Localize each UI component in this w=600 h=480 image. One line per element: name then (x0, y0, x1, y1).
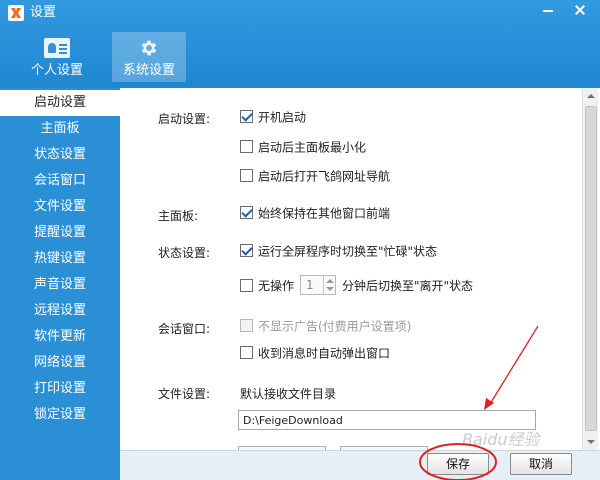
sidebar-item-remote[interactable]: 远程设置 (0, 298, 120, 324)
checkbox (240, 319, 253, 332)
option-label-suffix: 分钟后切换至"离开"状态 (342, 279, 474, 293)
idle-minutes-stepper[interactable]: 1 (300, 275, 337, 295)
option-always-on-top[interactable]: 始终保持在其他窗口前端 (240, 206, 390, 222)
option-label: 无操作 (258, 279, 295, 293)
option-minimize-on-start[interactable]: 启动后主面板最小化 (240, 140, 366, 156)
section-label-status: 状态设置: (158, 246, 211, 260)
checkbox[interactable] (240, 169, 253, 182)
tab-personal-settings[interactable]: 个人设置 (20, 32, 94, 82)
option-hide-ads: 不显示广告(付费用户设置项) (240, 319, 411, 335)
scroll-up-arrow-icon[interactable] (583, 88, 599, 104)
sidebar-item-print[interactable]: 打印设置 (0, 376, 120, 402)
scroll-down-arrow-icon[interactable] (583, 434, 599, 450)
settings-sidebar: 启动设置 主面板 状态设置 会话窗口 文件设置 提醒设置 热键设置 声音设置 远… (0, 88, 120, 480)
watermark: Baidu经验 (462, 430, 540, 449)
window-title: 设置 (30, 5, 57, 20)
sidebar-item-network[interactable]: 网络设置 (0, 350, 120, 376)
option-busy-on-fullscreen[interactable]: 运行全屏程序时切换至"忙碌"状态 (240, 244, 437, 260)
id-card-icon (44, 38, 70, 58)
option-label: 始终保持在其他窗口前端 (258, 206, 391, 221)
sidebar-item-update[interactable]: 软件更新 (0, 324, 120, 350)
checkbox[interactable] (240, 346, 253, 359)
stepper-arrows-icon[interactable] (323, 276, 335, 294)
section-label-chat: 会话窗口: (158, 322, 211, 336)
section-label-startup: 启动设置: (158, 112, 211, 126)
option-label: 收到消息时自动弹出窗口 (258, 346, 391, 361)
window-header: 设置 个人设置 系统设置 (0, 0, 600, 88)
minimize-button[interactable] (534, 0, 562, 20)
sidebar-item-lock[interactable]: 锁定设置 (0, 402, 120, 428)
sidebar-item-main-panel[interactable]: 主面板 (0, 116, 120, 142)
option-label: 启动后打开飞鸽网址导航 (258, 169, 391, 184)
close-button[interactable] (564, 0, 596, 20)
option-open-nav-on-start[interactable]: 启动后打开飞鸽网址导航 (240, 169, 390, 185)
stepper-value: 1 (306, 278, 314, 292)
gear-icon (141, 40, 157, 56)
section-label-file: 文件设置: (158, 387, 211, 401)
sidebar-item-startup[interactable]: 启动设置 (0, 90, 120, 116)
sidebar-item-chat-window[interactable]: 会话窗口 (0, 168, 120, 194)
save-button[interactable]: 保存 (427, 453, 489, 475)
cancel-button[interactable]: 取消 (510, 453, 572, 475)
checkbox[interactable] (240, 278, 253, 292)
checkbox[interactable] (240, 140, 253, 153)
option-auto-start[interactable]: 开机启动 (240, 110, 306, 126)
tab-label: 系统设置 (122, 63, 175, 78)
checkbox[interactable] (240, 244, 253, 257)
sidebar-item-status[interactable]: 状态设置 (0, 142, 120, 168)
content-scrollbar[interactable] (582, 88, 598, 450)
option-popup-on-message[interactable]: 收到消息时自动弹出窗口 (240, 346, 390, 362)
checkbox[interactable] (240, 206, 253, 219)
sidebar-item-sound[interactable]: 声音设置 (0, 272, 120, 298)
option-label: 启动后主面板最小化 (258, 140, 367, 155)
option-label: 开机启动 (258, 110, 307, 125)
checkbox[interactable] (240, 110, 253, 123)
option-idle-away[interactable]: 无操作 1 分钟后切换至"离开"状态 (240, 275, 474, 295)
receive-dir-label: 默认接收文件目录 (240, 387, 337, 401)
tab-label: 个人设置 (30, 63, 83, 78)
sidebar-item-file[interactable]: 文件设置 (0, 194, 120, 220)
sidebar-item-hotkey[interactable]: 热键设置 (0, 246, 120, 272)
option-label: 不显示广告(付费用户设置项) (258, 319, 412, 334)
sidebar-item-reminder[interactable]: 提醒设置 (0, 220, 120, 246)
tab-system-settings[interactable]: 系统设置 (112, 32, 186, 82)
section-label-main-panel: 主面板: (158, 209, 199, 223)
app-logo-icon (8, 5, 24, 21)
scroll-thumb[interactable] (585, 106, 597, 431)
option-label: 运行全屏程序时切换至"忙碌"状态 (258, 244, 438, 259)
